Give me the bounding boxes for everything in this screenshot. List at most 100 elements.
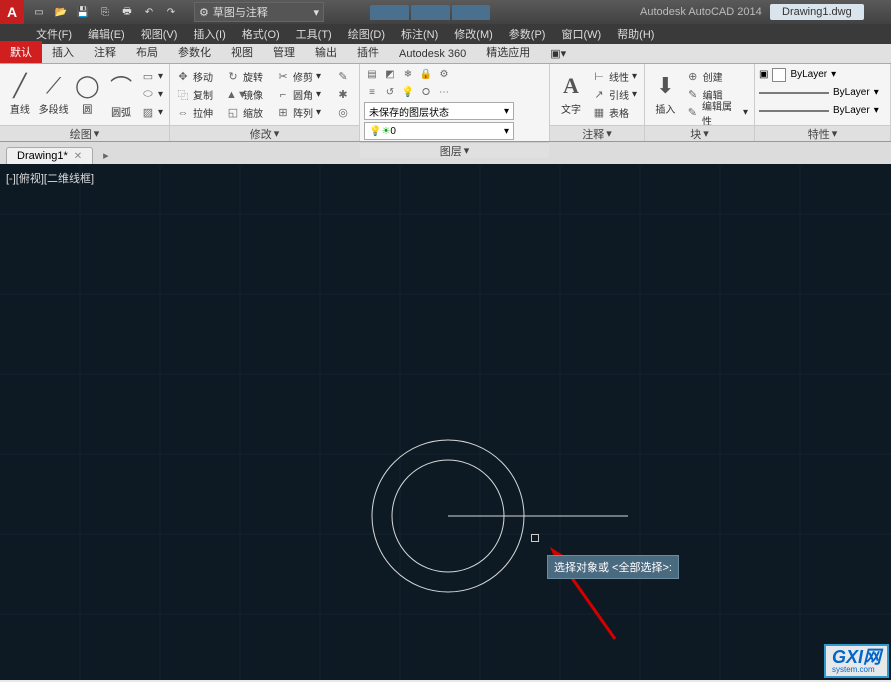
menu-insert[interactable]: 插入(I) (185, 26, 233, 42)
tab-insert[interactable]: 插入 (42, 41, 84, 63)
panel-layer: ▤ ◩ ❄ 🔒 ⚙ ≡ ↺ 💡 ⭘ ⋯ 未保存的图层状态▾ 💡 ☀ 0 ▾ 图层… (360, 64, 550, 141)
table-icon: ▦ (592, 106, 606, 119)
edit-attr-button[interactable]: ✎编辑属性 ▾ (684, 104, 750, 121)
color-selector[interactable]: ▣ByLayer▾ (759, 66, 836, 83)
preview-tab[interactable] (411, 5, 450, 20)
menu-param[interactable]: 参数(P) (501, 26, 554, 42)
new-icon[interactable]: ▭ (30, 3, 48, 21)
tab-manage[interactable]: 管理 (263, 41, 305, 63)
explode-button[interactable]: ✱ (334, 86, 352, 103)
leader-button[interactable]: ↗引线 ▾ (590, 86, 639, 103)
panel-modify-title[interactable]: 修改 ▾ (170, 125, 359, 141)
add-tab-button[interactable]: ▸ (97, 147, 115, 164)
scale-icon: ◱ (226, 106, 240, 119)
layer-on-icon[interactable]: 💡 (400, 84, 416, 100)
menu-format[interactable]: 格式(O) (234, 26, 288, 42)
draw-extra-3[interactable]: ▨▾ (139, 104, 165, 121)
rotate-button[interactable]: ↻旋转 (224, 68, 272, 85)
polyline-button[interactable]: ⟋多段线 (38, 67, 70, 123)
file-tab-active[interactable]: Drawing1* ✕ (6, 147, 93, 164)
panel-draw-title[interactable]: 绘图 ▾ (0, 125, 169, 141)
workspace-selector[interactable]: ⚙ 草图与注释 ▾ (194, 2, 324, 22)
panel-layer-title[interactable]: 图层 ▾ (360, 142, 549, 158)
scale-button[interactable]: ◱缩放 (224, 104, 272, 121)
tab-extra[interactable]: ▣▾ (540, 44, 576, 63)
layer-freeze-icon[interactable]: ❄ (400, 66, 416, 82)
menu-help[interactable]: 帮助(H) (609, 26, 662, 42)
undo-icon[interactable]: ↶ (140, 3, 158, 21)
panel-props-title[interactable]: 特性 ▾ (755, 125, 890, 141)
open-icon[interactable]: 📂 (52, 3, 70, 21)
ellipse-icon: ⬭ (141, 88, 155, 101)
saveas-icon[interactable]: ⎘ (96, 3, 114, 21)
menu-tools[interactable]: 工具(T) (288, 26, 340, 42)
menu-view[interactable]: 视图(V) (133, 26, 186, 42)
tab-view[interactable]: 视图 (221, 41, 263, 63)
arc-icon: ⌒ (110, 70, 132, 102)
plot-icon[interactable]: 🖶 (118, 3, 136, 21)
tab-plugins[interactable]: 插件 (347, 41, 389, 63)
offset-button[interactable]: ◎ (334, 104, 352, 121)
array-icon: ⊞ (276, 106, 290, 119)
tab-default[interactable]: 默认 (0, 41, 42, 63)
panel-block-title[interactable]: 块 ▾ (645, 125, 754, 141)
chevron-down-icon: ▾ (313, 6, 319, 19)
menu-file[interactable]: 文件(F) (28, 26, 80, 42)
layer-more-icon[interactable]: ⋯ (436, 84, 452, 100)
layer-state-selector[interactable]: 未保存的图层状态▾ (364, 102, 514, 120)
layer-prev-icon[interactable]: ↺ (382, 84, 398, 100)
lineweight-selector[interactable]: ByLayer▾ (759, 84, 879, 101)
title-bar: A ▭ 📂 💾 ⎘ 🖶 ↶ ↷ ⚙ 草图与注释 ▾ Autodesk AutoC… (0, 0, 891, 24)
insert-block-button[interactable]: ⬇插入 (649, 67, 682, 123)
tab-annotate[interactable]: 注释 (84, 41, 126, 63)
redo-icon[interactable]: ↷ (162, 3, 180, 21)
text-button[interactable]: A文字 (554, 67, 588, 123)
copy-button[interactable]: ⿻复制 (174, 86, 222, 103)
menu-window[interactable]: 窗口(W) (553, 26, 609, 42)
draw-extra-1[interactable]: ▭▾ (139, 68, 165, 85)
menu-draw[interactable]: 绘图(D) (340, 26, 393, 42)
layer-lock-icon[interactable]: 🔒 (418, 66, 434, 82)
line-icon: ╱ (13, 73, 26, 99)
menu-edit[interactable]: 编辑(E) (80, 26, 133, 42)
preview-tab[interactable] (370, 5, 409, 20)
drawing-canvas[interactable]: [-][俯视][二维线框] 选择对象或 <全部选择>: GXI网 system.… (0, 164, 891, 680)
save-icon[interactable]: 💾 (74, 3, 92, 21)
draw-extra-2[interactable]: ⬭▾ (139, 86, 165, 103)
tab-parametric[interactable]: 参数化 (168, 41, 221, 63)
menu-dimension[interactable]: 标注(N) (393, 26, 446, 42)
create-block-button[interactable]: ⊕创建 (684, 68, 750, 85)
preview-tab[interactable] (452, 5, 491, 20)
tab-layout[interactable]: 布局 (126, 41, 168, 63)
tab-a360[interactable]: Autodesk 360 (389, 45, 476, 63)
array-button[interactable]: ⊞阵列 ▾ (274, 104, 332, 121)
layer-match-icon[interactable]: ≡ (364, 84, 380, 100)
layer-iso-icon[interactable]: ◩ (382, 66, 398, 82)
color-swatch (772, 68, 786, 82)
app-logo[interactable]: A (0, 0, 24, 24)
close-tab-icon[interactable]: ✕ (74, 151, 82, 162)
layer-prop-icon[interactable]: ▤ (364, 66, 380, 82)
view-label[interactable]: [-][俯视][二维线框] (6, 170, 94, 186)
linear-dim-button[interactable]: ⊢线性 ▾ (590, 68, 639, 85)
trim-button[interactable]: ✂修剪 ▾ (274, 68, 332, 85)
erase-button[interactable]: ✎ (334, 68, 352, 85)
arc-button[interactable]: ⌒圆弧 (105, 67, 137, 123)
tab-output[interactable]: 输出 (305, 41, 347, 63)
line-button[interactable]: ╱直线 (4, 67, 36, 123)
layer-off-icon[interactable]: ⭘ (418, 84, 434, 100)
menu-modify[interactable]: 修改(M) (446, 26, 501, 42)
move-button[interactable]: ✥移动 (174, 68, 222, 85)
stretch-button[interactable]: ⇔拉伸 (174, 104, 222, 121)
circle-button[interactable]: ◯圆 (71, 67, 103, 123)
linetype-selector[interactable]: ByLayer▾ (759, 102, 879, 119)
layer-icon-row: ▤ ◩ ❄ 🔒 ⚙ ≡ ↺ 💡 ⭘ ⋯ (364, 66, 452, 100)
layer-tool-icon[interactable]: ⚙ (436, 66, 452, 82)
table-button[interactable]: ▦表格 (590, 104, 639, 121)
mirror-button[interactable]: ▲▼镜像 (224, 86, 272, 103)
tab-featured[interactable]: 精选应用 (476, 41, 540, 63)
layer-selector[interactable]: 💡 ☀ 0 ▾ (364, 122, 514, 140)
fillet-button[interactable]: ⌐圆角 ▾ (274, 86, 332, 103)
panel-annotate-title[interactable]: 注释 ▾ (550, 125, 644, 141)
explode-icon: ✱ (336, 88, 350, 101)
